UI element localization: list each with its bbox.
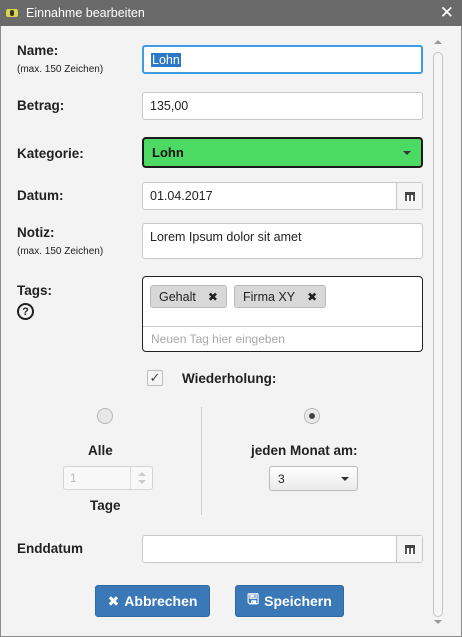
tag-label: Firma XY [243,289,296,304]
divider [201,407,202,515]
monat-tag-value: 3 [278,471,285,486]
arrow-up-icon [138,472,146,476]
window-title: Einnahme bearbeiten [26,6,145,20]
notiz-hint: (max. 150 Zeichen) [17,246,104,257]
enddatum-label: Enddatum [17,541,83,556]
datum-input[interactable]: 01.04.2017 [142,182,423,210]
kategorie-value: Lohn [152,145,184,160]
new-tag-input[interactable]: Neuen Tag hier eingeben [143,326,422,351]
calendar-icon [404,191,415,201]
vertical-scrollbar[interactable] [431,40,445,624]
tags-box[interactable]: Gehalt ✖ Firma XY ✖ Neuen Tag hier einge… [142,276,423,352]
wiederholung-checkbox[interactable]: ✓ [147,370,163,386]
app-icon [6,9,18,17]
datum-value: 01.04.2017 [150,189,213,203]
tage-label: Tage [90,498,121,513]
datum-label: Datum: [17,188,64,203]
radio-monat[interactable] [304,408,320,424]
tage-value: 1 [70,471,77,485]
enddatum-input[interactable] [142,535,423,563]
help-icon[interactable]: ? [17,303,34,320]
chevron-down-icon [403,151,411,155]
tage-spinner[interactable]: 1 [63,466,153,490]
name-value: Lohn [151,52,181,67]
name-label: Name: [17,43,59,58]
scroll-thumb[interactable] [433,52,443,617]
betrag-label: Betrag: [17,98,65,113]
calendar-icon [404,544,415,554]
betrag-input[interactable]: 135,00 [142,92,423,120]
name-input[interactable]: Lohn [142,45,423,74]
spinner-arrows[interactable] [130,467,152,489]
title-bar: Einnahme bearbeiten ✕ [0,0,462,26]
arrow-down-icon [138,480,146,484]
calendar-button[interactable] [396,183,422,209]
wiederholung-label: Wiederholung: [182,371,277,386]
betrag-value: 135,00 [150,99,189,113]
monat-label: jeden Monat am: [251,443,358,458]
scroll-down-icon[interactable] [434,620,442,624]
close-icon[interactable]: ✕ [440,3,454,23]
chevron-down-icon [341,477,349,481]
scroll-up-icon[interactable] [434,40,442,44]
notiz-value: Lorem Ipsum dolor sit amet [150,230,302,244]
remove-tag-icon[interactable]: ✖ [208,290,218,304]
calendar-button[interactable] [396,536,422,562]
save-icon: 🖫 [247,591,260,607]
cancel-icon: ✖ [107,592,120,609]
save-button[interactable]: 🖫 Speichern [235,585,344,617]
tag-label: Gehalt [159,289,196,304]
notiz-label: Notiz: [17,225,55,240]
cancel-button[interactable]: ✖ Abbrechen [95,585,210,617]
monat-tag-select[interactable]: 3 [269,466,358,491]
notiz-input[interactable]: Lorem Ipsum dolor sit amet [142,223,423,259]
kategorie-label: Kategorie: [17,146,84,161]
radio-alle[interactable] [97,408,113,424]
remove-tag-icon[interactable]: ✖ [307,290,317,304]
name-hint: (max. 150 Zeichen) [17,64,104,75]
tag-chip: Firma XY ✖ [234,285,327,308]
tags-label: Tags: [17,283,53,298]
cancel-label: Abbrechen [124,593,198,609]
tag-chip: Gehalt ✖ [150,285,227,308]
alle-label: Alle [88,443,113,458]
kategorie-select[interactable]: Lohn [142,137,423,168]
save-label: Speichern [264,593,332,609]
